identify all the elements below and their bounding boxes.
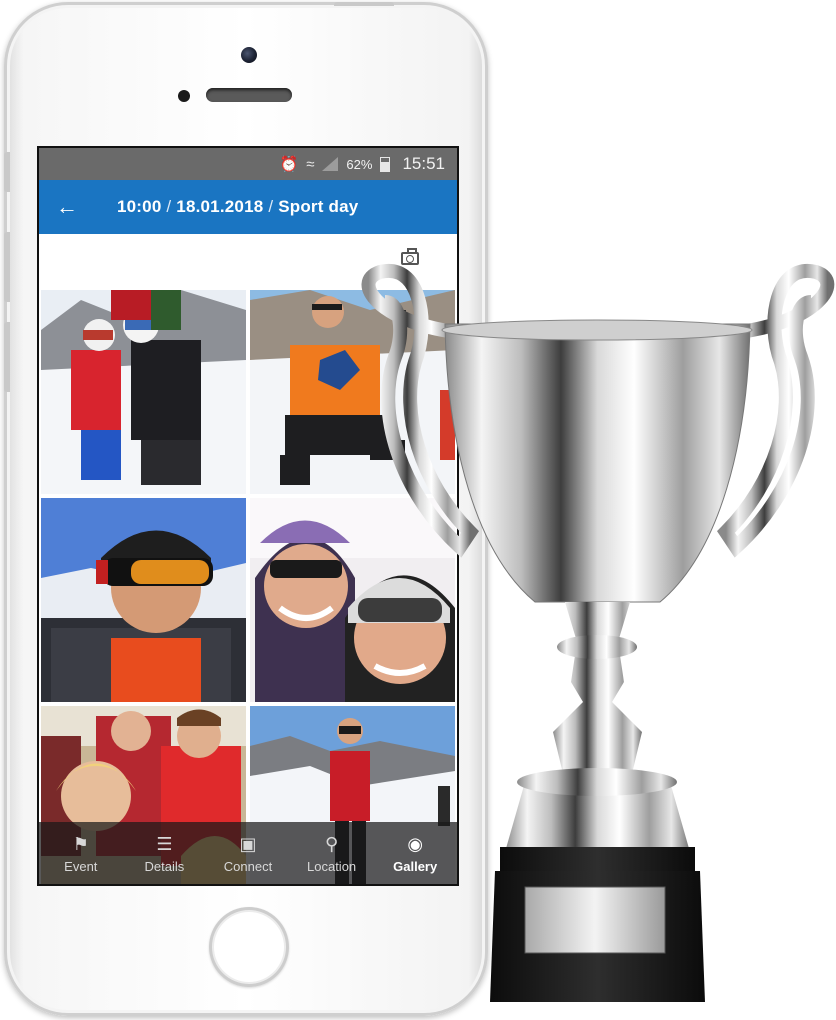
home-button[interactable] (209, 907, 289, 987)
nav-label: Details (144, 858, 185, 874)
signal-icon (322, 157, 339, 171)
location-pin-icon: ⚲ (324, 833, 339, 854)
power-button (334, 2, 394, 6)
alarm-icon: ⏰ (279, 156, 299, 173)
event-name: Sport day (278, 197, 359, 216)
arrow-left-icon: ← (56, 194, 78, 219)
battery-icon (380, 156, 391, 172)
nav-details[interactable]: ☰ Details (124, 833, 204, 874)
chat-icon: ▣ (239, 833, 257, 854)
page-title: 10:00 / 18.01.2018 / Sport day (117, 197, 358, 217)
mute-switch (4, 152, 10, 192)
nav-label: Event (64, 858, 98, 874)
nav-label: Connect (223, 858, 273, 874)
list-icon: ☰ (156, 833, 173, 854)
status-bar: ⏰ ≈ 62% 15:51 (39, 148, 457, 180)
wifi-icon: ≈ (306, 155, 315, 173)
volume-up-button (4, 232, 10, 302)
silver-trophy (361, 263, 835, 1002)
nav-label: Location (307, 858, 357, 874)
event-date: 18.01.2018 (176, 197, 264, 216)
ski-photo-3 (41, 498, 246, 702)
gallery-photo[interactable] (41, 290, 246, 494)
gallery-photo[interactable] (41, 498, 246, 702)
status-time: 15:51 (402, 154, 445, 173)
flag-icon: ⚑ (72, 833, 89, 854)
proximity-sensor (178, 90, 190, 102)
nav-event[interactable]: ⚑ Event (41, 833, 121, 874)
battery-percent: 62% (346, 156, 373, 172)
nav-connect[interactable]: ▣ Connect (208, 833, 288, 874)
back-button[interactable]: ← (39, 194, 95, 220)
ski-photo-1 (41, 290, 246, 494)
app-bar: ← 10:00 / 18.01.2018 / Sport day (39, 180, 457, 234)
front-camera (241, 47, 257, 63)
earpiece-speaker (206, 88, 292, 102)
title-separator: / (166, 197, 172, 216)
event-time: 10:00 (117, 197, 162, 216)
title-separator: / (268, 197, 274, 216)
volume-down-button (4, 322, 10, 392)
